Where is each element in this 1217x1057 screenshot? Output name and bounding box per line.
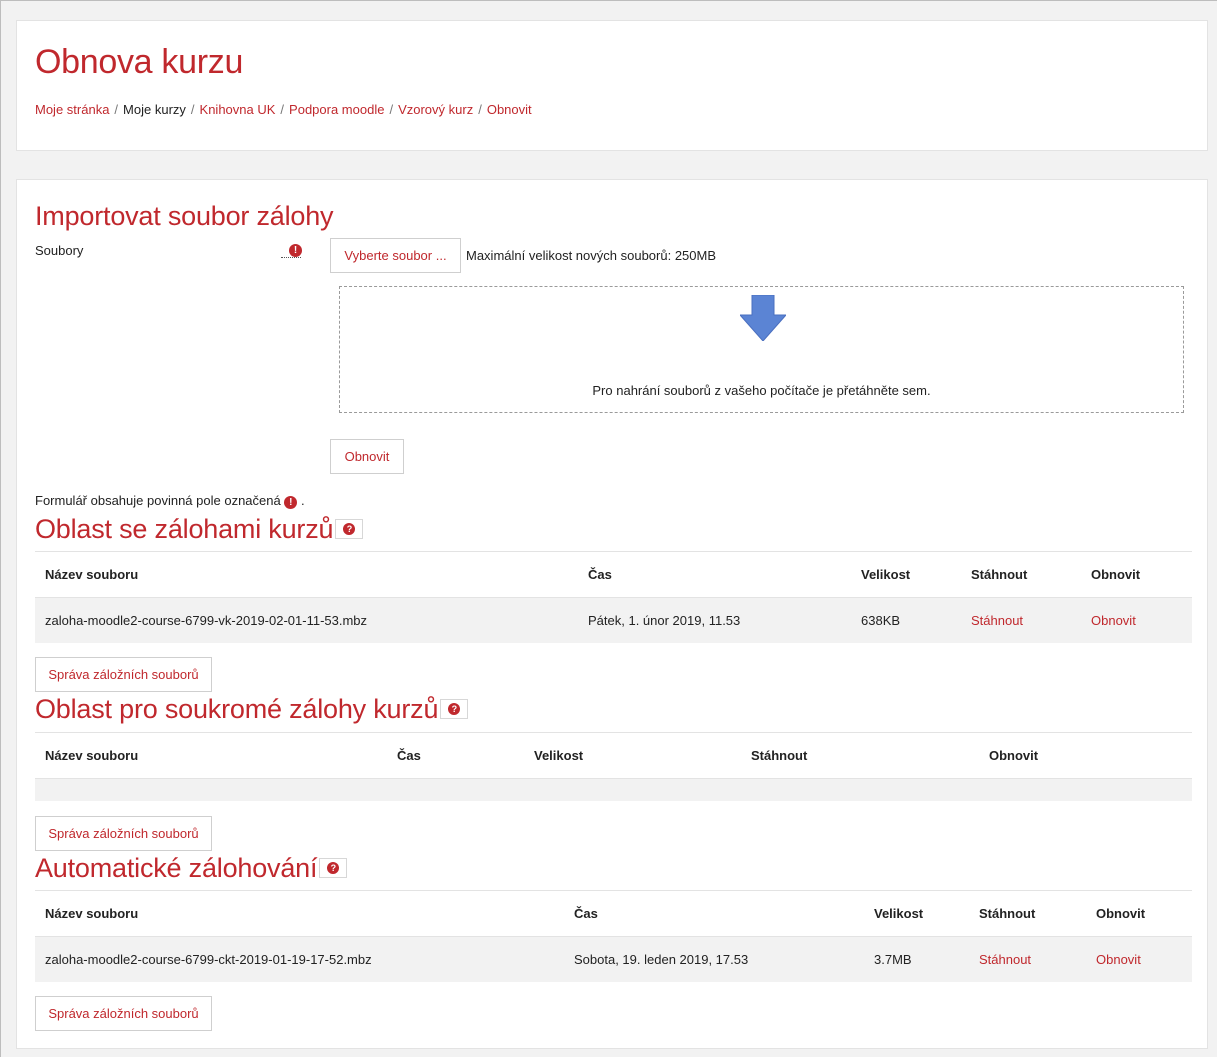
column-header-restore: Obnovit xyxy=(979,732,1192,779)
backup-size: 3.7MB xyxy=(864,936,969,982)
download-link[interactable]: Stáhnout xyxy=(971,613,1023,628)
automatic-backup-text: Automatické zálohování xyxy=(35,853,318,883)
import-section-title: Importovat soubor zálohy xyxy=(35,201,334,231)
exclamation-circle-icon: ! xyxy=(289,244,302,257)
column-header-filename: Název souboru xyxy=(35,732,387,779)
column-header-restore: Obnovit xyxy=(1081,551,1192,598)
files-label: Soubory xyxy=(35,243,84,258)
breadcrumb-moodle-support[interactable]: Podpora moodle xyxy=(289,102,384,117)
column-header-time: Čas xyxy=(578,551,851,598)
question-circle-icon[interactable] xyxy=(335,518,364,539)
table-header-row: Název souboru Čas Velikost Stáhnout Obno… xyxy=(35,551,1192,598)
breadcrumb-restore[interactable]: Obnovit xyxy=(487,102,532,117)
dropzone-text: Pro nahrání souborů z vašeho počítače je… xyxy=(592,383,931,398)
backup-time: Pátek, 1. únor 2019, 11.53 xyxy=(578,597,851,643)
private-backup-table: Název souboru Čas Velikost Stáhnout Obno… xyxy=(35,732,1192,801)
table-row: zaloha-moodle2-course-6799-vk-2019-02-01… xyxy=(35,597,1192,643)
table-row: zaloha-moodle2-course-6799-ckt-2019-01-1… xyxy=(35,936,1192,982)
required-marker-dots xyxy=(281,257,301,258)
empty-table-cell xyxy=(35,778,1192,801)
restore-link[interactable]: Obnovit xyxy=(1096,952,1141,967)
backup-filename: zaloha-moodle2-course-6799-vk-2019-02-01… xyxy=(35,597,578,643)
required-note-text: Formulář obsahuje povinná pole označená xyxy=(35,493,281,508)
table-header-row: Název souboru Čas Velikost Stáhnout Obno… xyxy=(35,732,1192,779)
backup-size: 638KB xyxy=(851,597,961,643)
breadcrumb: Moje stránka / Moje kurzy / Knihovna UK / Podp… xyxy=(35,102,532,117)
required-note-suffix: . xyxy=(300,493,305,508)
private-backup-area-title: Oblast pro soukromé zálohy kurzů xyxy=(35,694,469,725)
column-header-download: Stáhnout xyxy=(961,551,1081,598)
breadcrumb-my-page[interactable]: Moje stránka xyxy=(35,102,109,117)
automatic-backup-title: Automatické zálohování xyxy=(35,853,348,884)
column-header-size: Velikost xyxy=(524,732,741,779)
table-header-row: Název souboru Čas Velikost Stáhnout Obno… xyxy=(35,890,1192,937)
question-circle-icon[interactable] xyxy=(319,857,348,878)
restore-link[interactable]: Obnovit xyxy=(1091,613,1136,628)
page-header: Obnova kurzu Moje stránka / Moje kurzy / Kni… xyxy=(16,20,1208,151)
private-backup-area-text: Oblast pro soukromé zálohy kurzů xyxy=(35,694,439,724)
manage-backup-files-button[interactable]: Správa záložních souborů xyxy=(35,657,212,692)
max-file-size: Maximální velikost nových souborů: 250MB xyxy=(466,248,717,263)
empty-table-row xyxy=(35,778,1192,801)
breadcrumb-separator: / xyxy=(280,102,285,117)
question-circle-icon[interactable] xyxy=(440,698,469,719)
course-backup-table: Název souboru Čas Velikost Stáhnout Obno… xyxy=(35,551,1192,643)
manage-backup-files-button[interactable]: Správa záložních souborů xyxy=(35,816,212,851)
column-header-download: Stáhnout xyxy=(741,732,979,779)
breadcrumb-separator: / xyxy=(389,102,394,117)
column-header-time: Čas xyxy=(387,732,524,779)
down-arrow-icon xyxy=(740,295,786,341)
breadcrumb-separator: / xyxy=(478,102,482,117)
column-header-filename: Název souboru xyxy=(35,551,578,598)
download-link[interactable]: Stáhnout xyxy=(979,952,1031,967)
backup-time: Sobota, 19. leden 2019, 17.53 xyxy=(564,936,864,982)
breadcrumb-library[interactable]: Knihovna UK xyxy=(200,102,276,117)
manage-backup-files-button[interactable]: Správa záložních souborů xyxy=(35,996,212,1031)
breadcrumb-sample-course[interactable]: Vzorový kurz xyxy=(398,102,473,117)
column-header-restore: Obnovit xyxy=(1086,890,1192,937)
page-title: Obnova kurzu xyxy=(35,43,244,81)
required-fields-note: Formulář obsahuje povinná pole označená … xyxy=(35,493,305,509)
choose-file-button[interactable]: Vyberte soubor ... xyxy=(330,238,461,273)
course-backup-area-title: Oblast se zálohami kurzů xyxy=(35,514,364,545)
main-content: Importovat soubor zálohy Soubory ! Vyber… xyxy=(16,179,1208,1049)
column-header-time: Čas xyxy=(564,890,864,937)
restore-upload-button[interactable]: Obnovit xyxy=(330,439,404,474)
breadcrumb-separator: / xyxy=(190,102,195,117)
file-dropzone[interactable]: Pro nahrání souborů z vašeho počítače je… xyxy=(339,286,1184,413)
course-backup-area-text: Oblast se zálohami kurzů xyxy=(35,514,334,544)
breadcrumb-my-courses: Moje kurzy xyxy=(123,102,186,117)
automatic-backup-table: Název souboru Čas Velikost Stáhnout Obno… xyxy=(35,890,1192,982)
breadcrumb-separator: / xyxy=(114,102,119,117)
column-header-size: Velikost xyxy=(864,890,969,937)
backup-filename: zaloha-moodle2-course-6799-ckt-2019-01-1… xyxy=(35,936,564,982)
column-header-download: Stáhnout xyxy=(969,890,1086,937)
column-header-filename: Název souboru xyxy=(35,890,564,937)
column-header-size: Velikost xyxy=(851,551,961,598)
exclamation-circle-icon: ! xyxy=(284,496,298,509)
